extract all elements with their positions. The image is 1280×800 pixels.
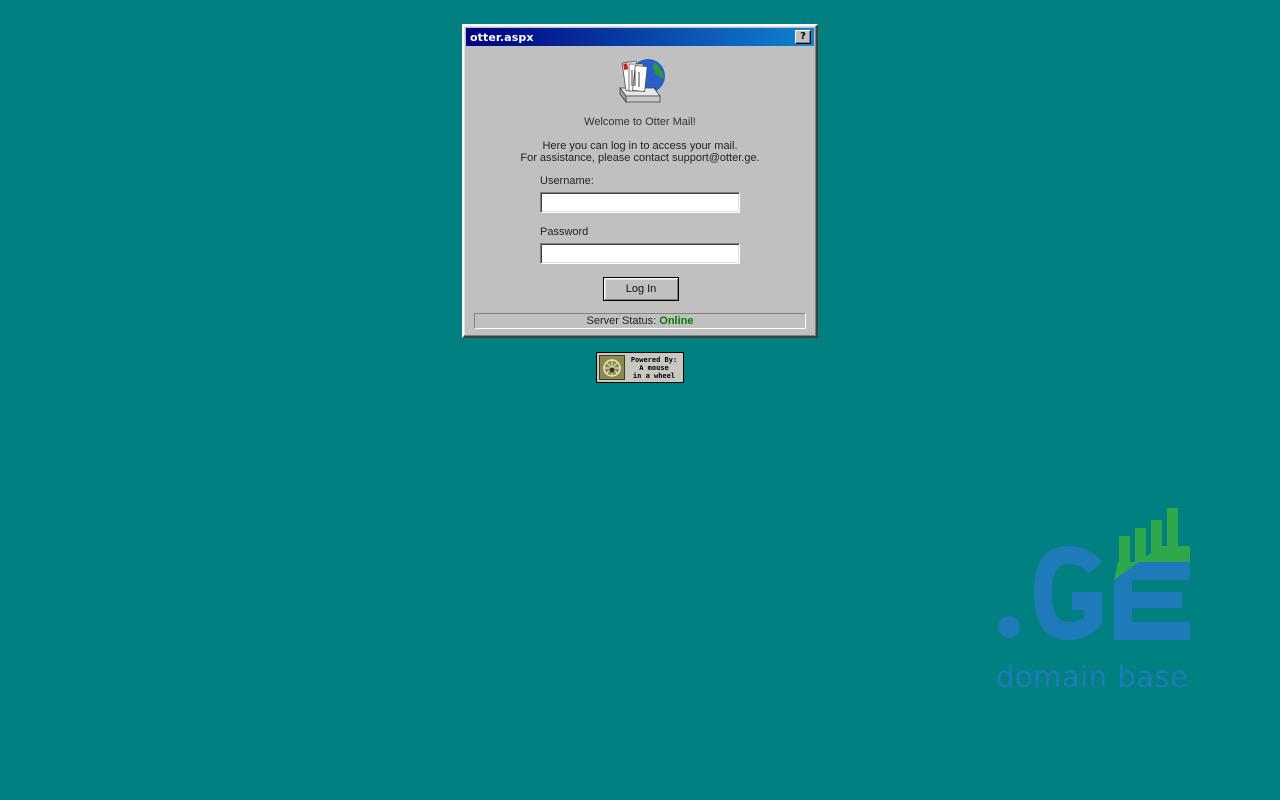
intro-line-2: For assistance, please contact support@o…	[520, 152, 760, 164]
mail-globe-icon	[619, 59, 665, 104]
window-titlebar[interactable]: otter.aspx ?	[466, 28, 814, 46]
mouse-wheel-icon	[599, 355, 625, 380]
badge-line-1: Powered By:	[630, 355, 678, 364]
login-window: otter.aspx ? Welcome to Otter Mail! Here…	[462, 24, 818, 338]
powered-by-text: Powered By: A mouse in a wheel	[625, 356, 683, 380]
window-content: Welcome to Otter Mail! Here you can log …	[466, 48, 814, 334]
ge-tagline: domain base	[996, 660, 1189, 694]
server-status-bar: Server Status: Online	[474, 313, 806, 329]
welcome-heading: Welcome to Otter Mail!	[584, 116, 696, 128]
badge-line-3: in a wheel	[632, 371, 676, 380]
server-status-label: Server Status:	[586, 315, 657, 327]
server-status-value: Online	[659, 315, 694, 327]
powered-by-badge[interactable]: Powered By: A mouse in a wheel	[596, 352, 684, 383]
password-label: Password	[540, 226, 589, 238]
login-button[interactable]: Log In	[603, 277, 679, 301]
intro-line-1: Here you can log in to access your mail.	[542, 140, 738, 152]
password-input[interactable]	[540, 243, 740, 264]
intro-text: Here you can log in to access your mail.…	[466, 140, 814, 164]
help-icon: ?	[800, 31, 806, 42]
window-title: otter.aspx	[470, 30, 534, 44]
desktop: otter.aspx ? Welcome to Otter Mail! Here…	[0, 0, 1280, 800]
username-input[interactable]	[540, 192, 740, 213]
badge-line-2: A mouse	[639, 363, 669, 372]
help-button[interactable]: ?	[795, 30, 811, 44]
username-label: Username:	[540, 175, 594, 187]
